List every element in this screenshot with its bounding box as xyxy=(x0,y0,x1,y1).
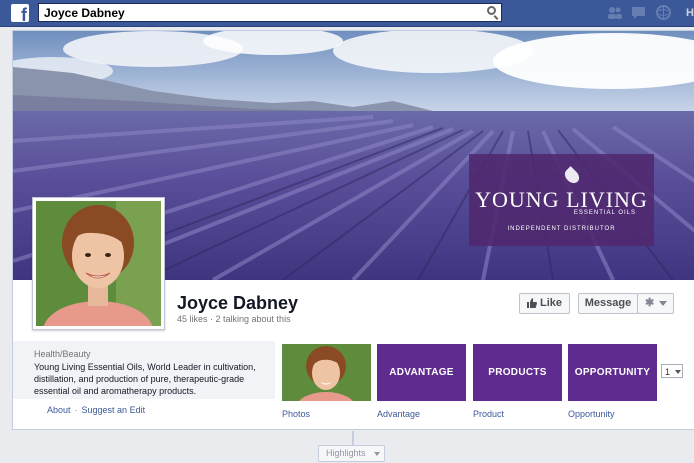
search-input[interactable] xyxy=(39,4,474,22)
thumbs-up-icon xyxy=(527,298,537,308)
apps-count: 1 xyxy=(665,367,671,377)
about-links: About · Suggest an Edit xyxy=(47,405,145,415)
page-category: Health/Beauty xyxy=(34,349,91,359)
opportunity-app-label[interactable]: Opportunity xyxy=(568,409,615,419)
photos-thumbnail xyxy=(282,344,371,424)
home-link[interactable]: H xyxy=(686,7,694,19)
highlights-dropdown[interactable]: Highlights xyxy=(318,445,385,462)
message-button[interactable]: Message xyxy=(578,293,638,314)
profile-picture[interactable] xyxy=(32,197,165,330)
young-living-logo: YOUNG LIVING ESSENTIAL OILS INDEPENDENT … xyxy=(469,154,654,246)
about-link[interactable]: About xyxy=(47,405,71,415)
facebook-logo[interactable]: f xyxy=(11,4,29,22)
products-app-tile[interactable]: PRODUCTS xyxy=(473,344,562,401)
chevron-down-icon xyxy=(659,301,667,306)
chevron-down-icon xyxy=(374,452,380,456)
products-app-label[interactable]: Product xyxy=(473,409,504,419)
oil-drop-icon xyxy=(562,166,582,186)
page-stats: 45 likes · 2 talking about this xyxy=(177,314,291,324)
opportunity-app-tile[interactable]: OPPORTUNITY xyxy=(568,344,657,401)
search-icon[interactable] xyxy=(487,6,496,15)
page-title[interactable]: Joyce Dabney xyxy=(177,293,298,314)
advantage-app-tile[interactable]: ADVANTAGE xyxy=(377,344,466,401)
separator: · xyxy=(74,405,78,415)
timeline-spine xyxy=(352,431,354,445)
gear-icon: ✱ xyxy=(645,297,655,309)
notifications-icon[interactable] xyxy=(656,5,671,20)
top-navigation-bar: f H xyxy=(0,0,694,27)
avatar xyxy=(36,201,161,326)
suggest-edit-link[interactable]: Suggest an Edit xyxy=(82,405,146,415)
friend-requests-icon[interactable] xyxy=(607,5,622,20)
brand-subtitle: ESSENTIAL OILS xyxy=(573,210,636,216)
about-box: Health/Beauty Young Living Essential Oil… xyxy=(13,341,275,399)
like-button-label: Like xyxy=(540,297,563,309)
photos-app-tile[interactable] xyxy=(282,344,371,424)
chevron-down-icon xyxy=(675,370,681,374)
advantage-app-label[interactable]: Advantage xyxy=(377,409,420,419)
like-button[interactable]: Like xyxy=(519,293,570,314)
page-timeline: YOUNG LIVING ESSENTIAL OILS INDEPENDENT … xyxy=(12,30,694,430)
messages-icon[interactable] xyxy=(631,5,646,20)
brand-tagline: INDEPENDENT DISTRIBUTOR xyxy=(507,226,616,232)
page-options-button[interactable]: ✱ xyxy=(637,293,674,314)
search-box[interactable] xyxy=(38,3,502,22)
highlights-label: Highlights xyxy=(326,448,366,458)
page-description: Young Living Essential Oils, World Leade… xyxy=(34,362,256,396)
photos-app-label[interactable]: Photos xyxy=(282,409,310,419)
more-apps-dropdown[interactable]: 1 xyxy=(661,364,683,378)
